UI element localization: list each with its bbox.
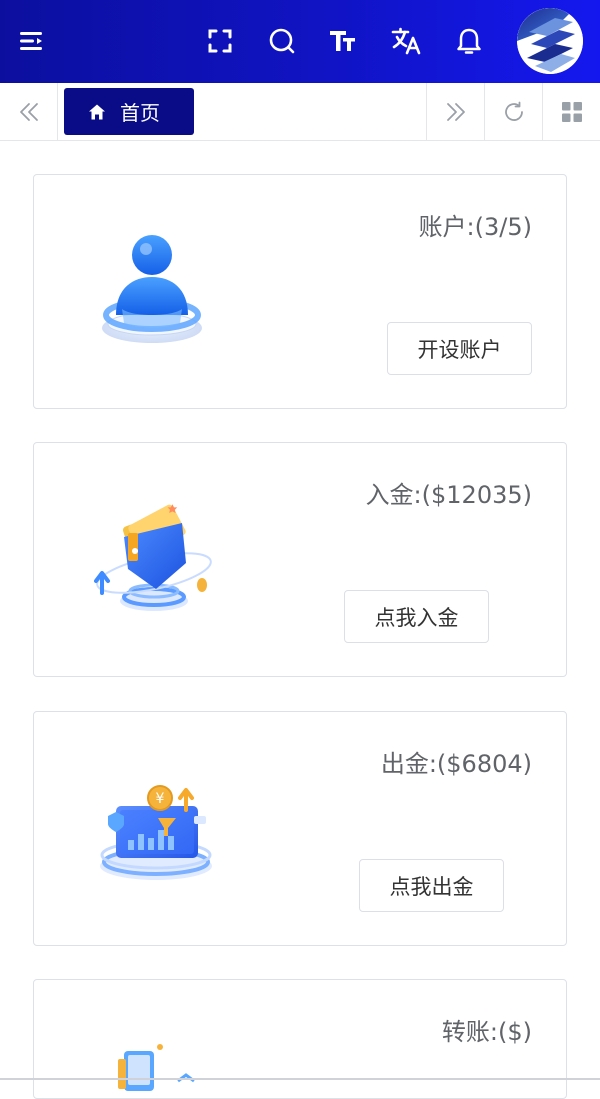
account-count-label: 账户:(3/5)	[418, 213, 532, 241]
wallet-deposit-illustration	[94, 493, 224, 623]
font-size-icon[interactable]	[326, 24, 360, 58]
double-right-icon[interactable]	[426, 83, 484, 140]
translate-icon[interactable]	[389, 24, 423, 58]
deposit-card: 入金:($12035) 点我入金	[33, 442, 567, 677]
open-account-button[interactable]: 开设账户	[387, 322, 532, 375]
search-icon[interactable]	[265, 24, 299, 58]
withdraw-amount-label: 出金:($6804)	[380, 750, 532, 778]
account-illustration	[94, 225, 224, 355]
top-bar	[0, 0, 600, 83]
deposit-amount-label: 入金:($12035)	[365, 481, 532, 509]
tab-bar: 首页	[0, 83, 600, 141]
withdraw-card: ¥ 出金:($6804) 点我出金	[33, 711, 567, 946]
fullscreen-icon[interactable]	[203, 24, 237, 58]
transfer-card: 转账:($)	[33, 979, 567, 1099]
double-left-icon[interactable]	[0, 83, 58, 140]
transfer-illustration	[94, 1035, 224, 1095]
deposit-button[interactable]: 点我入金	[344, 590, 489, 643]
home-icon	[89, 104, 105, 119]
svg-text:¥: ¥	[156, 791, 165, 807]
withdraw-button[interactable]: 点我出金	[359, 859, 504, 912]
menu-icon[interactable]	[15, 24, 49, 58]
grid-icon[interactable]	[542, 83, 600, 140]
bell-icon[interactable]	[452, 24, 486, 58]
avatar[interactable]	[517, 8, 583, 74]
card-withdraw-illustration: ¥	[94, 762, 224, 892]
refresh-icon[interactable]	[484, 83, 542, 140]
account-card: 账户:(3/5) 开设账户	[33, 174, 567, 409]
tab-home[interactable]: 首页	[64, 88, 194, 135]
tab-home-label: 首页	[120, 101, 160, 125]
transfer-amount-label: 转账:($)	[441, 1018, 532, 1046]
